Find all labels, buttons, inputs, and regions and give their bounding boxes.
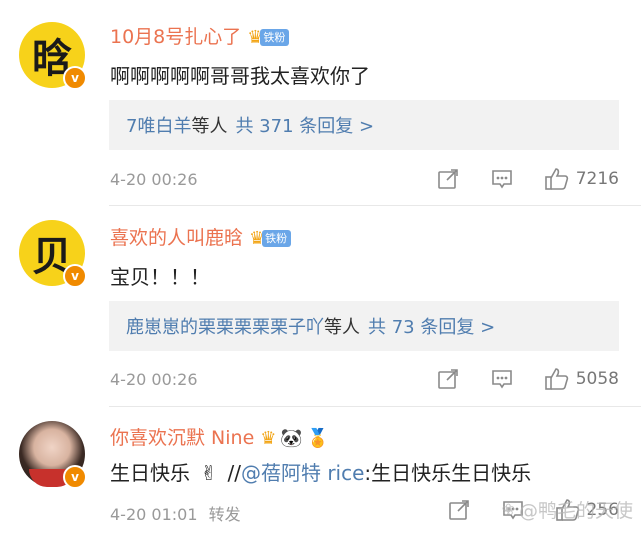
avatar[interactable]: 晗 v: [19, 22, 87, 90]
timestamp: 4-20 00:26: [110, 170, 198, 189]
comment-text: 宝贝！！！: [110, 265, 210, 289]
verified-icon: v: [63, 264, 87, 288]
paw-icon: ❀: [501, 500, 515, 519]
username-text[interactable]: 喜欢的人叫鹿晗: [110, 227, 243, 249]
avatar[interactable]: v: [19, 421, 87, 489]
verified-icon: v: [63, 66, 87, 90]
like-button[interactable]: 5058: [544, 366, 619, 392]
mention-link[interactable]: @蓓阿特 rice: [241, 461, 364, 485]
comment-text-prefix: 生日快乐: [110, 461, 190, 485]
replies-box[interactable]: 7唯白羊 等人 共 371 条回复 >: [109, 100, 619, 150]
action-bar: 5058: [406, 366, 619, 392]
comment-icon: [491, 170, 512, 189]
medal-icon: 🏅: [306, 428, 330, 449]
username[interactable]: 你喜欢沉默 Nine ♛ 🐼 🏅: [110, 423, 329, 450]
like-count: 7216: [575, 169, 619, 189]
fan-tag: 铁粉: [260, 29, 290, 46]
timestamp: 4-20 01:01: [110, 505, 198, 524]
replies-who[interactable]: 7唯白羊: [126, 112, 191, 138]
share-button[interactable]: [447, 498, 471, 522]
timestamp: 4-20 00:26: [110, 370, 198, 389]
comment-2: 贝 v 喜欢的人叫鹿晗 ♛ 铁粉 宝贝！！！ 鹿崽崽的栗栗栗栗栗子吖 等人 共 73…: [0, 206, 641, 407]
username-text[interactable]: 你喜欢沉默 Nine: [110, 427, 254, 449]
crown-icon: ♛: [260, 427, 277, 449]
username[interactable]: 喜欢的人叫鹿晗 ♛ 铁粉: [110, 223, 292, 250]
replies-box[interactable]: 鹿崽崽的栗栗栗栗栗子吖 等人 共 73 条回复 >: [109, 301, 619, 351]
share-button[interactable]: [436, 367, 460, 391]
replies-count[interactable]: 共 371 条回复 >: [235, 112, 374, 138]
repost-slash: //: [221, 461, 241, 485]
comment-button[interactable]: [490, 367, 514, 391]
victory-emoji-icon: ✌: [200, 461, 218, 485]
comment-1: 晗 v 10月8号扎心了 ♛ 铁粉 啊啊啊啊啊哥哥我太喜欢你了 7唯白羊 等人 共 …: [0, 0, 641, 206]
replies-who[interactable]: 鹿崽崽的栗栗栗栗栗子吖: [126, 313, 324, 339]
like-icon: [544, 168, 568, 190]
username[interactable]: 10月8号扎心了 ♛ 铁粉: [110, 22, 290, 49]
repost-link[interactable]: 转发: [209, 505, 241, 524]
comment-icon: [491, 370, 512, 389]
fan-tag: 铁粉: [262, 230, 292, 247]
comment-text: 生日快乐 ✌ //@蓓阿特 rice:生日快乐生日快乐: [110, 457, 531, 486]
panda-icon: 🐼: [280, 428, 303, 449]
fan-badge: ♛ 铁粉: [249, 229, 292, 248]
verified-icon: v: [63, 465, 87, 489]
watermark-text: @鸭毛的天使: [518, 500, 633, 522]
watermark: ❀ @鸭毛的天使: [502, 496, 633, 523]
replies-mid: 等人: [324, 317, 360, 338]
like-button[interactable]: 7216: [544, 166, 619, 192]
avatar[interactable]: 贝 v: [19, 220, 87, 288]
fan-badge: ♛ 铁粉: [247, 28, 290, 47]
meta-row: 4-20 01:01 转发: [110, 501, 241, 525]
action-bar: 7216: [406, 166, 619, 192]
fan-badge: ♛: [260, 427, 277, 449]
comment-text: 啊啊啊啊啊哥哥我太喜欢你了: [110, 64, 370, 88]
share-icon: [437, 169, 458, 189]
share-button[interactable]: [436, 167, 460, 191]
like-count: 5058: [575, 369, 619, 389]
comment-button[interactable]: [490, 167, 514, 191]
share-icon: [437, 369, 458, 389]
replies-count[interactable]: 共 73 条回复 >: [368, 313, 495, 339]
replies-mid: 等人: [191, 116, 228, 137]
username-text[interactable]: 10月8号扎心了: [110, 26, 241, 48]
comment-text-suffix: :生日快乐生日快乐: [364, 461, 532, 485]
like-icon: [544, 368, 568, 390]
share-icon: [448, 500, 469, 520]
